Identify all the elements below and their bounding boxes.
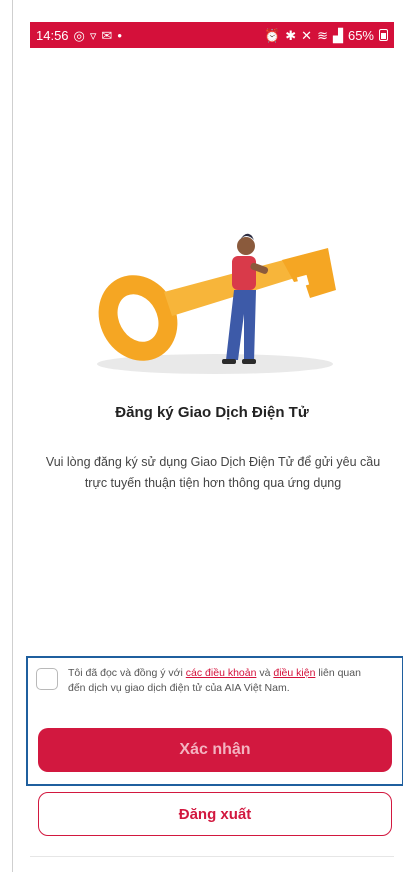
battery-icon bbox=[379, 29, 388, 41]
mute-icon: ✕ bbox=[301, 27, 313, 43]
consent-text-and: và bbox=[256, 667, 274, 679]
confirm-button[interactable]: Xác nhận bbox=[38, 728, 392, 772]
person-shoe-right bbox=[242, 359, 256, 364]
person-head bbox=[237, 237, 255, 255]
whatsapp-icon: ◎ bbox=[73, 27, 85, 43]
notification-icon: ▿ bbox=[89, 27, 97, 43]
logout-button[interactable]: Đăng xuất bbox=[38, 792, 392, 836]
page-title: Đăng ký Giao Dịch Điện Tử bbox=[115, 404, 309, 421]
battery-percent: 65% bbox=[347, 27, 374, 43]
signal-icon: ▟ bbox=[332, 27, 343, 43]
key-illustration bbox=[97, 233, 336, 374]
screen-edge bbox=[12, 0, 13, 872]
bottom-divider bbox=[30, 856, 394, 857]
page-description: Vui lòng đăng ký sử dụng Giao Dịch Điện … bbox=[45, 455, 381, 490]
dot-icon: • bbox=[117, 27, 122, 43]
alarm-icon: ⏰ bbox=[264, 27, 281, 43]
status-bar: 14:56 ◎ ▿ ✉ • ⏰ ✱ ✕ ≋ ▟ 65% bbox=[30, 22, 394, 48]
key-bit bbox=[282, 248, 336, 298]
conditions-link[interactable]: điều kiện bbox=[273, 667, 315, 679]
person-shoe-left bbox=[222, 359, 236, 364]
person-shirt bbox=[232, 256, 256, 290]
bluetooth-icon: ✱ bbox=[285, 27, 297, 43]
wifi-icon: ≋ bbox=[317, 27, 328, 43]
consent-text-before: Tôi đã đọc và đồng ý với bbox=[68, 667, 186, 679]
clock: 14:56 bbox=[36, 27, 69, 43]
consent-text: Tôi đã đọc và đồng ý với các điều khoản … bbox=[68, 666, 380, 696]
app-icon: ✉ bbox=[101, 27, 113, 43]
person-jeans bbox=[226, 290, 256, 362]
consent-checkbox[interactable] bbox=[36, 668, 58, 690]
terms-link[interactable]: các điều khoản bbox=[186, 667, 257, 679]
